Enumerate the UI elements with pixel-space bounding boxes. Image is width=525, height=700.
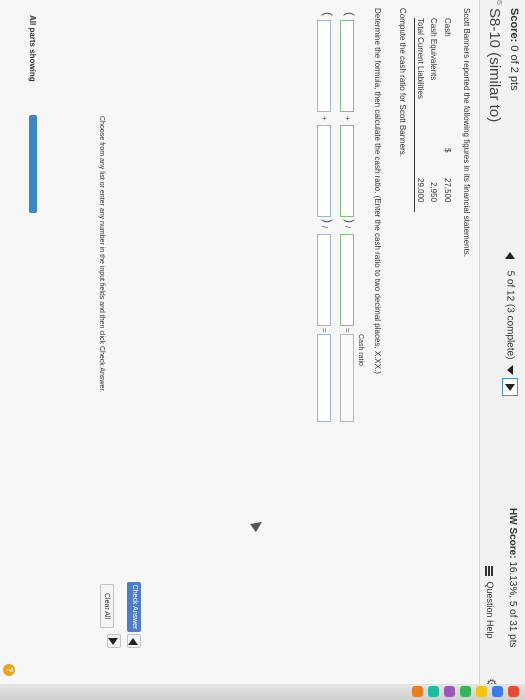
dock-bar	[0, 684, 525, 700]
all-parts-showing-label: All parts showing	[28, 15, 37, 82]
next-question-button[interactable]	[502, 378, 518, 397]
dock-app-icon[interactable]	[508, 686, 519, 697]
row2-equals: =	[320, 328, 329, 333]
cash-ratio-input[interactable]	[317, 334, 331, 422]
problem-intro: Scott Banners reported the following fig…	[462, 8, 471, 258]
question-help-label: Question Help	[485, 581, 495, 639]
previous-part-button[interactable]	[127, 634, 141, 648]
row2-numerator-input-1[interactable]	[317, 20, 331, 112]
screen: 35 Score: 0 of 2 pts S8-10 (similar to) …	[0, 0, 525, 700]
row2-plus: +	[320, 116, 329, 121]
row1-equals: =	[343, 328, 352, 333]
row2-numerator-input-2[interactable]	[317, 125, 331, 217]
item-label-total-current-liabilities: Total Current Liabilities	[416, 18, 425, 99]
row1-numerator-field-2[interactable]	[340, 125, 354, 217]
item-label-cash: Cash	[443, 18, 452, 37]
table-divider	[414, 18, 415, 212]
dock-app-icon[interactable]	[444, 686, 455, 697]
dock-app-icon[interactable]	[492, 686, 503, 697]
task-text: Compute the cash ratio for Scott Banners…	[398, 8, 407, 157]
down-triangle-icon[interactable]	[507, 365, 513, 376]
page-title: S8-10 (similar to)	[486, 8, 503, 123]
row1-denominator-field[interactable]	[340, 234, 354, 326]
score-display: Score: 0 of 2 pts	[508, 8, 520, 91]
formula-instruction: Determine the formula, then calculate th…	[373, 8, 382, 374]
item-value-cash-equivalents: 2,950	[429, 182, 438, 203]
item-value-total-current-liabilities: 29,000	[416, 178, 425, 203]
row1-plus: +	[343, 116, 352, 121]
dock-app-icon[interactable]	[428, 686, 439, 697]
row1-open-paren: (	[343, 12, 357, 16]
dock-app-icon[interactable]	[412, 686, 423, 697]
footer-instructions: Choose from any list or enter any number…	[98, 116, 105, 393]
dock-app-icon[interactable]	[476, 686, 487, 697]
row1-numerator-field-1[interactable]	[340, 20, 354, 112]
item-currency-cash: $	[443, 148, 452, 153]
row1-close-paren: )	[343, 219, 357, 223]
dock-app-icon[interactable]	[460, 686, 471, 697]
hw-score-value: 16.13%, 5 of 31 pts	[507, 561, 518, 648]
row2-close-paren: )	[321, 219, 335, 223]
item-label-cash-equivalents: Cash Equivalents	[429, 18, 438, 81]
cursor-icon	[250, 517, 265, 533]
row2-denominator-input[interactable]	[317, 234, 331, 326]
left-triangle-icon	[128, 638, 138, 645]
row1-divide: /	[343, 226, 352, 229]
score-label: Score:	[508, 8, 520, 43]
question-nav: 5 of 12 (3 complete)	[502, 252, 518, 397]
next-part-button[interactable]	[107, 634, 121, 648]
question-progress-text: 5 of 12 (3 complete)	[504, 270, 516, 360]
right-triangle-icon	[505, 384, 515, 392]
help-icon[interactable]: ?	[3, 664, 15, 676]
hw-score-label: HW Score:	[507, 508, 518, 559]
row2-open-paren: (	[321, 12, 335, 16]
clear-all-button[interactable]: Clear All	[100, 584, 114, 628]
corner-digit: 35	[495, 0, 502, 5]
row2-divide: /	[320, 226, 329, 229]
score-value: 0 of 2 pts	[508, 45, 520, 91]
left-triangle-icon[interactable]	[505, 252, 515, 259]
check-answer-button[interactable]: Check Answer	[127, 582, 141, 632]
cash-ratio-label: Cash ratio	[357, 334, 364, 366]
question-help-button[interactable]: Question Help	[485, 566, 495, 639]
parts-progress-bar	[29, 115, 37, 213]
hw-score-display: HW Score: 16.13%, 5 of 31 pts	[507, 508, 518, 648]
list-icon	[485, 566, 494, 576]
row1-result-cell	[340, 334, 354, 422]
item-value-cash: 27,500	[443, 178, 452, 203]
right-triangle-icon	[108, 638, 118, 645]
